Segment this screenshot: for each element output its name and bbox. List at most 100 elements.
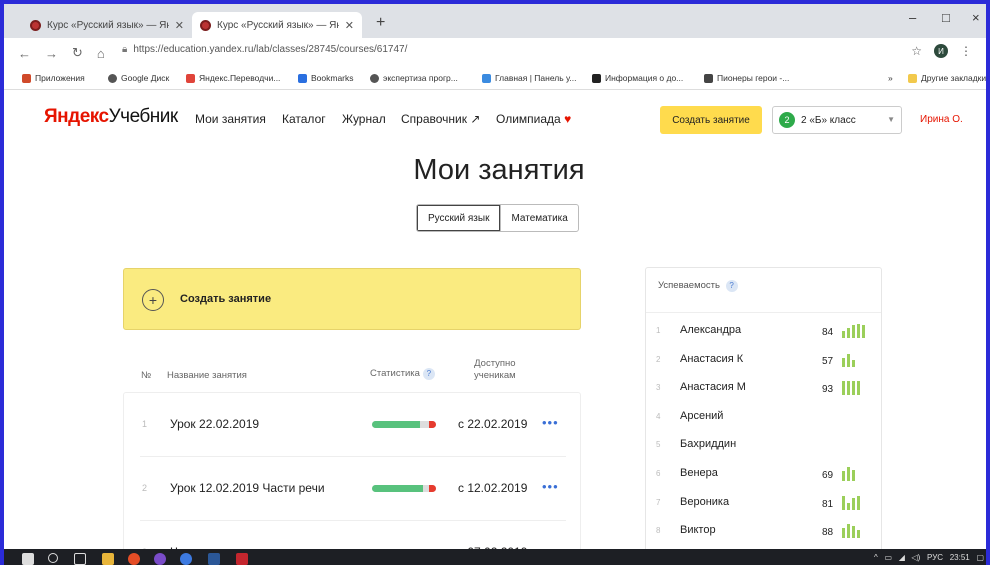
star-icon[interactable]: ☆ [911, 44, 922, 58]
more-options-icon[interactable]: ••• [542, 479, 559, 494]
browser-window: Курс «Русский язык» — Яндекс. ✕ Курс «Ру… [0, 0, 990, 565]
student-row[interactable]: 8 Виктор 88 [646, 518, 883, 546]
student-name[interactable]: Анастасия М [680, 381, 746, 393]
student-name[interactable]: Виктор [680, 524, 716, 536]
volume-icon[interactable]: ◁) [912, 553, 921, 562]
close-window-icon[interactable]: × [972, 10, 980, 25]
url-text: https://education.yandex.ru/lab/classes/… [133, 44, 408, 55]
bookmark-apps[interactable]: Приложения [22, 73, 85, 83]
chrome-icon[interactable] [128, 553, 140, 565]
student-name[interactable]: Анастасия К [680, 353, 743, 365]
score-bar [842, 495, 845, 510]
notifications-icon[interactable]: ▢ [976, 553, 984, 562]
yandex-uchebnik-logo[interactable]: ЯндексУчебник [44, 106, 178, 128]
student-name[interactable]: Бахриддин [680, 438, 736, 450]
tray-up-icon[interactable]: ^ [874, 553, 878, 562]
class-selector[interactable]: 2 2 «Б» класс ▼ [772, 106, 902, 134]
pdf-icon[interactable] [236, 553, 248, 565]
student-score-bars [842, 379, 868, 396]
task-view-icon[interactable] [74, 553, 86, 565]
lesson-row[interactable]: 1 Урок 22.02.2019 с 22.02.2019 ••• [124, 393, 582, 457]
student-row[interactable]: 1 Александра 84 [646, 318, 883, 346]
bookmarks-bar: Приложения Google Диск Яндекс.Переводчи.… [4, 68, 986, 90]
language-indicator[interactable]: РУС [927, 553, 943, 562]
bookmark-translator[interactable]: Яндекс.Переводчи... [186, 73, 280, 83]
bookmark-google-drive[interactable]: Google Диск [108, 73, 169, 83]
profile-avatar[interactable]: И [934, 44, 948, 58]
student-row[interactable]: 7 Вероника 81 [646, 490, 883, 518]
yandex-favicon-icon [200, 19, 211, 31]
lesson-name[interactable]: Урок 22.02.2019 [170, 417, 259, 431]
address-bar: ← → ↻ ⌂ 🔒︎ https://education.yandex.ru/la… [4, 38, 986, 68]
browser-icon[interactable] [180, 553, 192, 565]
student-row[interactable]: 6 Венера 69 [646, 461, 883, 489]
bookmark-bookmarks[interactable]: Bookmarks [298, 73, 354, 83]
bookmark-expertise[interactable]: экспертиза прогр... [370, 73, 458, 83]
new-tab-icon[interactable]: + [376, 14, 385, 32]
minimize-icon[interactable]: – [909, 10, 916, 25]
student-row[interactable]: 3 Анастасия М 93 [646, 375, 883, 403]
student-name[interactable]: Александра [680, 324, 741, 336]
browser-tab-1[interactable]: Курс «Русский язык» — Яндекс. ✕ [22, 12, 192, 38]
maximize-icon[interactable]: □ [942, 10, 950, 25]
more-options-icon[interactable]: ••• [542, 415, 559, 430]
student-name[interactable]: Венера [680, 467, 718, 479]
menu-dots-icon[interactable]: ⋮ [960, 44, 972, 58]
lesson-name[interactable]: Урок 12.02.2019 Части речи [170, 481, 325, 495]
create-lesson-card[interactable]: + Создать занятие [123, 268, 581, 330]
stats-bar-success [372, 421, 420, 428]
create-lesson-button[interactable]: Создать занятие [660, 106, 762, 134]
lesson-stats-bar[interactable] [372, 485, 436, 492]
nav-catalog[interactable]: Каталог [282, 112, 326, 126]
globe-icon [370, 73, 379, 83]
nav-my-lessons[interactable]: Мои занятия [195, 112, 266, 126]
lesson-available-date: с 22.02.2019 [458, 417, 528, 431]
score-bar [847, 328, 850, 338]
battery-icon[interactable]: ▭ [884, 553, 892, 562]
browser-tab-2[interactable]: Курс «Русский язык» — Яндекс ✕ [192, 12, 362, 38]
file-explorer-icon[interactable] [102, 553, 114, 565]
nav-reference[interactable]: Справочник ↗ [401, 112, 480, 126]
help-icon[interactable]: ? [725, 280, 738, 292]
bookmark-dashboard[interactable]: Главная | Панель у... [482, 73, 577, 83]
student-score: 81 [822, 498, 834, 510]
help-icon[interactable]: ? [422, 368, 435, 380]
tab-close-icon[interactable]: ✕ [175, 19, 184, 32]
lesson-row[interactable]: 2 Урок 12.02.2019 Части речи с 12.02.2019 •… [124, 457, 582, 521]
subject-math[interactable]: Математика [500, 205, 577, 231]
network-icon[interactable]: ◢ [899, 553, 905, 562]
student-score: 93 [822, 384, 834, 396]
plus-circle-icon: + [142, 289, 164, 311]
nav-olympiad[interactable]: Олимпиада ♥ [496, 112, 571, 126]
bookmark-pioneers[interactable]: Пионеры герои -... [704, 73, 789, 83]
subject-russian[interactable]: Русский язык [417, 205, 501, 231]
user-name[interactable]: Ирина О. [920, 114, 963, 125]
student-row[interactable]: 2 Анастасия К 57 [646, 347, 883, 375]
score-bar [842, 471, 845, 481]
windows-start-icon[interactable] [22, 553, 34, 565]
bookmarks-overflow[interactable]: » [888, 73, 893, 83]
url-field[interactable]: 🔒︎ https://education.yandex.ru/lab/classe… [122, 44, 407, 55]
performance-panel: Успеваемость ? 1 Александра 84 2 Анастасия К… [645, 267, 882, 565]
nav-journal[interactable]: Журнал [342, 112, 386, 126]
score-bar [842, 358, 845, 367]
home-icon[interactable]: ⌂ [97, 46, 105, 61]
score-bar [852, 469, 855, 481]
student-score: 88 [822, 527, 834, 539]
student-row[interactable]: 4 Арсений [646, 404, 883, 432]
other-bookmarks[interactable]: Другие закладки [908, 73, 986, 83]
clock[interactable]: 23:51 [950, 553, 970, 562]
score-bar [852, 359, 855, 367]
student-name[interactable]: Арсений [680, 410, 723, 422]
back-arrow-icon[interactable]: ← [18, 46, 31, 61]
tab-close-icon[interactable]: ✕ [345, 19, 354, 32]
viber-icon[interactable] [154, 553, 166, 565]
lesson-stats-bar[interactable] [372, 421, 436, 428]
forward-arrow-icon[interactable]: → [45, 46, 58, 61]
student-name[interactable]: Вероника [680, 496, 729, 508]
search-icon[interactable] [48, 553, 58, 563]
word-icon[interactable] [208, 553, 220, 565]
reload-icon[interactable]: ↻ [72, 45, 83, 61]
student-row[interactable]: 5 Бахриддин [646, 432, 883, 460]
bookmark-info[interactable]: Информация о до... [592, 73, 683, 83]
